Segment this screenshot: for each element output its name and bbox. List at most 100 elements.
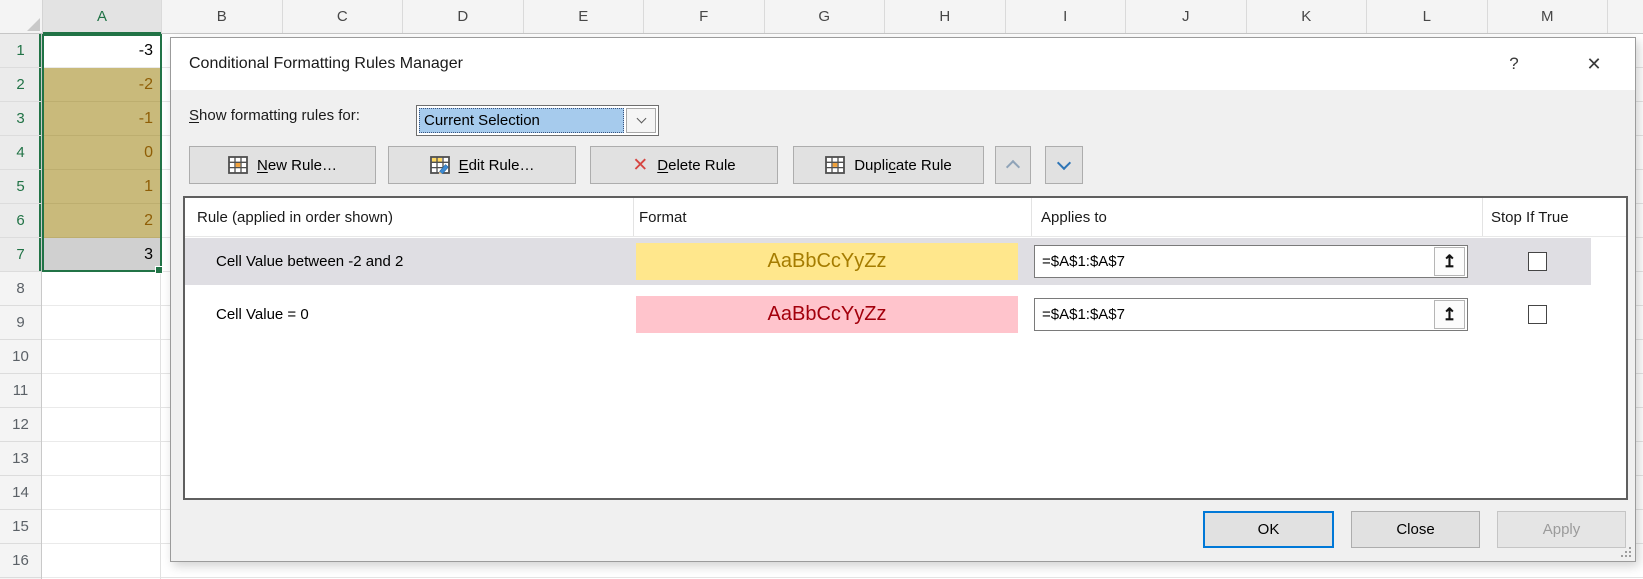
applies-to-input[interactable]: =$A$1:$A$7 ↥ xyxy=(1034,298,1468,331)
row-header-4[interactable]: 4 xyxy=(0,136,41,170)
applies-to-value: =$A$1:$A$7 xyxy=(1035,306,1434,323)
conditional-formatting-rules-manager-dialog: Conditional Formatting Rules Manager ? ✕… xyxy=(170,37,1636,562)
header-applies-to: Applies to xyxy=(1041,198,1107,236)
cell-a14[interactable] xyxy=(42,476,160,510)
column-header-a[interactable]: A xyxy=(43,0,162,33)
rule-format-preview: AaBbCcYyZz xyxy=(636,243,1018,280)
cell-a6[interactable]: 2 xyxy=(42,204,160,238)
cell-a15[interactable] xyxy=(42,510,160,544)
column-header-i[interactable]: I xyxy=(1006,0,1127,33)
fill-handle[interactable] xyxy=(155,266,163,274)
cell-a1[interactable]: -3 xyxy=(42,34,160,68)
row-header-9[interactable]: 9 xyxy=(0,306,41,340)
column-header-j[interactable]: J xyxy=(1126,0,1247,33)
column-header-f[interactable]: F xyxy=(644,0,765,33)
dialog-close-button[interactable]: ✕ xyxy=(1580,50,1608,78)
delete-rule-label: Delete Rule xyxy=(657,157,735,174)
rule-name: Cell Value = 0 xyxy=(216,291,309,338)
cell-a4[interactable]: 0 xyxy=(42,136,160,170)
cell-a3[interactable]: -1 xyxy=(42,102,160,136)
column-header-b[interactable]: B xyxy=(162,0,283,33)
close-icon: ✕ xyxy=(1586,54,1601,75)
cell-a9[interactable] xyxy=(42,306,160,340)
move-rule-down-button[interactable] xyxy=(1045,146,1083,184)
row-header-10[interactable]: 10 xyxy=(0,340,41,374)
header-format: Format xyxy=(639,198,687,236)
row-headers: 12345678910111213141516 xyxy=(0,34,42,579)
chevron-down-icon xyxy=(636,114,646,124)
show-rules-label: Show formatting rules for: xyxy=(189,107,360,124)
move-rule-up-button[interactable] xyxy=(995,146,1031,184)
row-header-7[interactable]: 7 xyxy=(0,238,41,272)
row-header-15[interactable]: 15 xyxy=(0,510,41,544)
cell-a2[interactable]: -2 xyxy=(42,68,160,102)
cell-a13[interactable] xyxy=(42,442,160,476)
edit-rule-button[interactable]: Edit Rule… xyxy=(388,146,576,184)
select-all-corner[interactable] xyxy=(0,0,43,33)
cell-a11[interactable] xyxy=(42,374,160,408)
cell-a5[interactable]: 1 xyxy=(42,170,160,204)
column-header-partial[interactable] xyxy=(1608,0,1643,33)
cell-a10[interactable] xyxy=(42,340,160,374)
column-header-l[interactable]: L xyxy=(1367,0,1488,33)
new-rule-grid-icon xyxy=(228,156,248,174)
stop-if-true-checkbox[interactable] xyxy=(1528,305,1547,324)
duplicate-rule-button[interactable]: Duplicate Rule xyxy=(793,146,984,184)
rule-name: Cell Value between -2 and 2 xyxy=(216,238,403,285)
row-header-13[interactable]: 13 xyxy=(0,442,41,476)
header-stop-if-true: Stop If True xyxy=(1491,198,1569,236)
edit-rule-label: Edit Rule… xyxy=(459,157,535,174)
row-header-16[interactable]: 16 xyxy=(0,544,41,578)
ok-button[interactable]: OK xyxy=(1203,511,1334,548)
row-header-14[interactable]: 14 xyxy=(0,476,41,510)
column-header-d[interactable]: D xyxy=(403,0,524,33)
delete-x-icon: ✕ xyxy=(632,156,648,175)
dropdown-arrow-button[interactable] xyxy=(626,108,656,133)
applies-to-input[interactable]: =$A$1:$A$7 ↥ xyxy=(1034,245,1468,278)
applies-to-value: =$A$1:$A$7 xyxy=(1035,253,1434,270)
delete-rule-button[interactable]: ✕ Delete Rule xyxy=(590,146,778,184)
cell-a8[interactable] xyxy=(42,272,160,306)
header-divider xyxy=(1482,198,1483,236)
rules-list-header: Rule (applied in order shown) Format App… xyxy=(185,198,1626,237)
rules-list: Rule (applied in order shown) Format App… xyxy=(183,196,1628,500)
new-rule-label: New Rule… xyxy=(257,157,337,174)
row-header-12[interactable]: 12 xyxy=(0,408,41,442)
cell-a12[interactable] xyxy=(42,408,160,442)
new-rule-button[interactable]: New Rule… xyxy=(189,146,376,184)
column-a-cells: -3-2-10123 xyxy=(42,34,161,579)
collapse-dialog-button[interactable]: ↥ xyxy=(1434,300,1465,329)
row-header-1[interactable]: 1 xyxy=(0,34,41,68)
close-button[interactable]: Close xyxy=(1351,511,1480,548)
rule-row-equals-zero[interactable]: Cell Value = 0 AaBbCcYyZz =$A$1:$A$7 ↥ xyxy=(185,291,1591,338)
column-header-g[interactable]: G xyxy=(765,0,886,33)
row-header-2[interactable]: 2 xyxy=(0,68,41,102)
column-header-h[interactable]: H xyxy=(885,0,1006,33)
header-divider xyxy=(633,198,634,236)
resize-grip[interactable] xyxy=(1619,545,1631,557)
show-rules-dropdown[interactable]: Current Selection xyxy=(416,105,659,136)
column-header-k[interactable]: K xyxy=(1247,0,1368,33)
row-header-5[interactable]: 5 xyxy=(0,170,41,204)
column-header-m[interactable]: M xyxy=(1488,0,1609,33)
row-header-3[interactable]: 3 xyxy=(0,102,41,136)
stop-if-true-checkbox[interactable] xyxy=(1528,252,1547,271)
apply-button[interactable]: Apply xyxy=(1497,511,1626,548)
row-header-11[interactable]: 11 xyxy=(0,374,41,408)
rule-format-preview: AaBbCcYyZz xyxy=(636,296,1018,333)
row-header-8[interactable]: 8 xyxy=(0,272,41,306)
collapse-dialog-button[interactable]: ↥ xyxy=(1434,247,1465,276)
column-header-e[interactable]: E xyxy=(524,0,645,33)
dialog-title: Conditional Formatting Rules Manager xyxy=(189,38,463,90)
cell-a16[interactable] xyxy=(42,544,160,578)
row-header-6[interactable]: 6 xyxy=(0,204,41,238)
duplicate-rule-label: Duplicate Rule xyxy=(854,157,952,174)
rule-row-between[interactable]: Cell Value between -2 and 2 AaBbCcYyZz =… xyxy=(185,238,1591,285)
column-header-c[interactable]: C xyxy=(283,0,404,33)
excel-screen: ABCDEFGHIJKLM 12345678910111213141516 -3… xyxy=(0,0,1643,579)
cell-a7[interactable]: 3 xyxy=(42,238,160,272)
edit-rule-pencil-icon xyxy=(430,156,450,174)
column-headers: ABCDEFGHIJKLM xyxy=(0,0,1643,34)
dialog-titlebar[interactable]: Conditional Formatting Rules Manager ? ✕ xyxy=(171,38,1635,90)
help-button[interactable]: ? xyxy=(1500,50,1528,78)
